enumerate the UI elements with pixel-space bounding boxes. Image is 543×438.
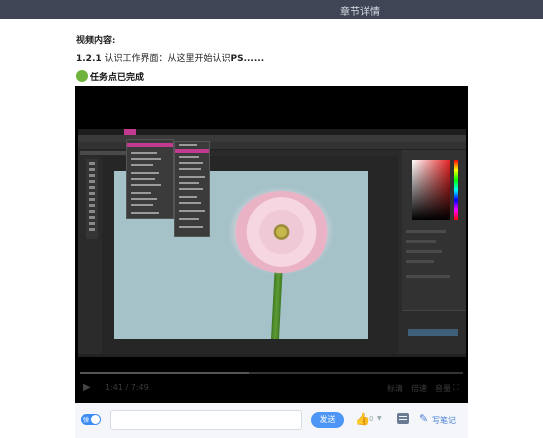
ps-menu-dropdown — [126, 139, 174, 219]
photoshop-screenshot — [78, 129, 466, 357]
ps-submenu — [174, 141, 210, 237]
ps-panels — [402, 150, 466, 354]
ps-hue-slider — [454, 160, 458, 220]
danmu-input[interactable] — [110, 410, 302, 430]
like-count: 0 — [369, 415, 374, 423]
speed-button[interactable]: 倍速 — [411, 383, 427, 394]
video-time: 1:41 / 7:49 — [105, 383, 149, 392]
task-status-text: 任务点已完成 — [90, 72, 145, 83]
video-controls: ▶ 1:41 / 7:49 标清 倍速 音量 ⛶ — [75, 378, 468, 400]
ps-color-picker — [412, 160, 450, 220]
danmu-toggle[interactable]: 弹 — [81, 414, 101, 425]
video-progress-fill — [80, 372, 249, 374]
task-status: 任务点已完成 — [76, 69, 144, 83]
write-note-button[interactable]: 写笔记 — [432, 415, 456, 426]
play-icon[interactable]: ▶ — [83, 382, 91, 393]
lesson-suffix: PS...... — [230, 54, 265, 64]
quality-button[interactable]: 标清 — [387, 383, 403, 394]
lesson-title: 1.2.1 认识工作界面：从这里开始认识PS...... — [76, 51, 264, 64]
volume-button[interactable]: 音量 — [435, 383, 451, 394]
lesson-number: 1.2.1 — [76, 54, 102, 64]
send-button[interactable]: 发送 — [311, 412, 344, 428]
fullscreen-button[interactable]: ⛶ — [453, 383, 459, 393]
page-title: 章节详情 — [340, 7, 380, 18]
completed-icon — [76, 70, 88, 82]
lesson-text: 认识工作界面：从这里开始认识 — [104, 54, 231, 64]
danmu-toggle-label: 弹 — [83, 417, 90, 424]
flower-head — [234, 191, 329, 273]
bottom-toolbar: 弹 发送 👍 0 ▼ ✎ 写笔记 — [75, 403, 468, 438]
ps-dock — [78, 354, 466, 357]
thumbs-up-icon[interactable]: 👍 — [355, 412, 370, 426]
ps-layer-row — [408, 329, 458, 336]
chevron-down-icon[interactable]: ▼ — [377, 415, 382, 422]
comment-icon[interactable] — [397, 413, 409, 424]
ps-toolbar — [86, 159, 98, 239]
video-content-heading: 视频内容: — [76, 36, 116, 46]
pencil-icon[interactable]: ✎ — [419, 412, 428, 425]
ps-layers-panel — [402, 310, 466, 354]
toggle-knob — [91, 415, 100, 424]
video-player[interactable]: ▶ 1:41 / 7:49 标清 倍速 音量 ⛶ — [75, 86, 468, 403]
video-progress-bar[interactable] — [80, 372, 463, 374]
top-header: 章节详情 — [0, 0, 543, 19]
